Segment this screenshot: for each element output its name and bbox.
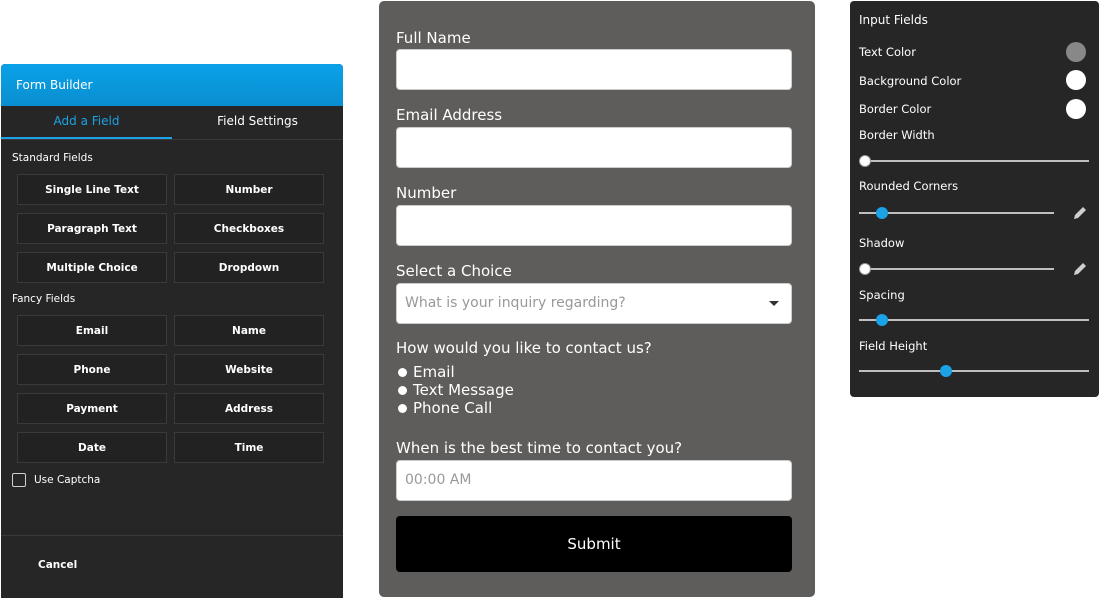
field-height-slider[interactable] <box>859 365 1089 377</box>
slider-handle[interactable] <box>940 365 953 377</box>
email-button[interactable]: Email <box>17 315 167 346</box>
slider-handle[interactable] <box>859 263 871 275</box>
radio-icon[interactable] <box>398 403 407 413</box>
captcha-checkbox[interactable] <box>12 473 26 487</box>
number-input[interactable] <box>396 205 792 246</box>
time-placeholder: 00:00 AM <box>405 472 472 488</box>
fancy-fields-grid: Email Name Phone Website Payment Address… <box>1 311 343 463</box>
pencil-icon[interactable] <box>1072 205 1088 221</box>
text-color-swatch[interactable] <box>1066 42 1086 62</box>
website-button[interactable]: Website <box>174 354 324 385</box>
builder-title: Form Builder <box>1 64 343 106</box>
radio-icon[interactable] <box>398 367 407 377</box>
contact-option-phone-call[interactable]: Phone Call <box>398 399 492 417</box>
border-width-slider[interactable] <box>859 155 1089 167</box>
border-color-swatch[interactable] <box>1066 99 1086 119</box>
multiple-choice-button[interactable]: Multiple Choice <box>17 252 167 283</box>
dropdown-button[interactable]: Dropdown <box>174 252 324 283</box>
rounded-corners-slider[interactable] <box>859 207 1054 219</box>
slider-handle[interactable] <box>859 155 871 167</box>
form-preview: Full Name Email Address Number Select a … <box>379 1 815 597</box>
builder-footer: Cancel <box>1 535 343 598</box>
spacing-slider[interactable] <box>859 314 1089 326</box>
full-name-label: Full Name <box>396 29 471 47</box>
contact-option-label: Phone Call <box>413 399 493 417</box>
spacing-label: Spacing <box>859 288 905 302</box>
slider-handle[interactable] <box>876 314 888 326</box>
name-button[interactable]: Name <box>174 315 324 346</box>
tab-field-settings[interactable]: Field Settings <box>172 106 343 139</box>
choice-dropdown[interactable]: What is your inquiry regarding? <box>396 283 792 324</box>
number-button[interactable]: Number <box>174 174 324 205</box>
props-title: Input Fields <box>859 13 928 27</box>
select-choice-label: Select a Choice <box>396 262 512 280</box>
best-time-label: When is the best time to contact you? <box>396 439 683 457</box>
input-fields-panel: Input Fields Text Color Background Color… <box>850 1 1099 397</box>
full-name-input[interactable] <box>396 49 792 90</box>
rounded-corners-label: Rounded Corners <box>859 179 959 193</box>
slider-handle[interactable] <box>876 207 889 219</box>
submit-button[interactable]: Submit <box>396 516 792 572</box>
form-builder-panel: Form Builder Add a Field Field Settings … <box>1 64 343 598</box>
fancy-fields-heading: Fancy Fields <box>12 293 76 305</box>
pencil-icon[interactable] <box>1072 261 1088 277</box>
radio-icon[interactable] <box>398 385 407 395</box>
text-color-label: Text Color <box>859 45 916 59</box>
phone-button[interactable]: Phone <box>17 354 167 385</box>
choice-placeholder: What is your inquiry regarding? <box>405 295 626 311</box>
captcha-label: Use Captcha <box>34 474 101 486</box>
border-color-label: Border Color <box>859 102 932 116</box>
checkboxes-button[interactable]: Checkboxes <box>174 213 324 244</box>
time-button[interactable]: Time <box>174 432 324 463</box>
contact-option-label: Email <box>413 363 455 381</box>
number-label: Number <box>396 184 457 202</box>
best-time-input[interactable]: 00:00 AM <box>396 460 792 501</box>
use-captcha-option[interactable]: Use Captcha <box>1 463 343 487</box>
border-width-label: Border Width <box>859 128 935 142</box>
email-address-input[interactable] <box>396 127 792 168</box>
contact-option-label: Text Message <box>413 381 514 399</box>
date-button[interactable]: Date <box>17 432 167 463</box>
payment-button[interactable]: Payment <box>17 393 167 424</box>
builder-tabs: Add a Field Field Settings <box>1 106 343 140</box>
single-line-text-button[interactable]: Single Line Text <box>17 174 167 205</box>
email-address-label: Email Address <box>396 106 503 124</box>
paragraph-text-button[interactable]: Paragraph Text <box>17 213 167 244</box>
standard-fields-grid: Single Line Text Number Paragraph Text C… <box>1 170 343 283</box>
contact-option-email[interactable]: Email <box>398 363 455 381</box>
background-color-label: Background Color <box>859 74 962 88</box>
contact-method-label: How would you like to contact us? <box>396 339 652 357</box>
shadow-slider[interactable] <box>859 263 1054 275</box>
address-button[interactable]: Address <box>174 393 324 424</box>
field-height-label: Field Height <box>859 339 928 353</box>
background-color-swatch[interactable] <box>1066 70 1086 90</box>
cancel-button[interactable]: Cancel <box>38 559 77 571</box>
tab-add-a-field[interactable]: Add a Field <box>1 106 172 139</box>
shadow-label: Shadow <box>859 236 905 250</box>
standard-fields-heading: Standard Fields <box>12 152 93 164</box>
contact-option-text-message[interactable]: Text Message <box>398 381 514 399</box>
caret-down-icon <box>769 301 779 306</box>
